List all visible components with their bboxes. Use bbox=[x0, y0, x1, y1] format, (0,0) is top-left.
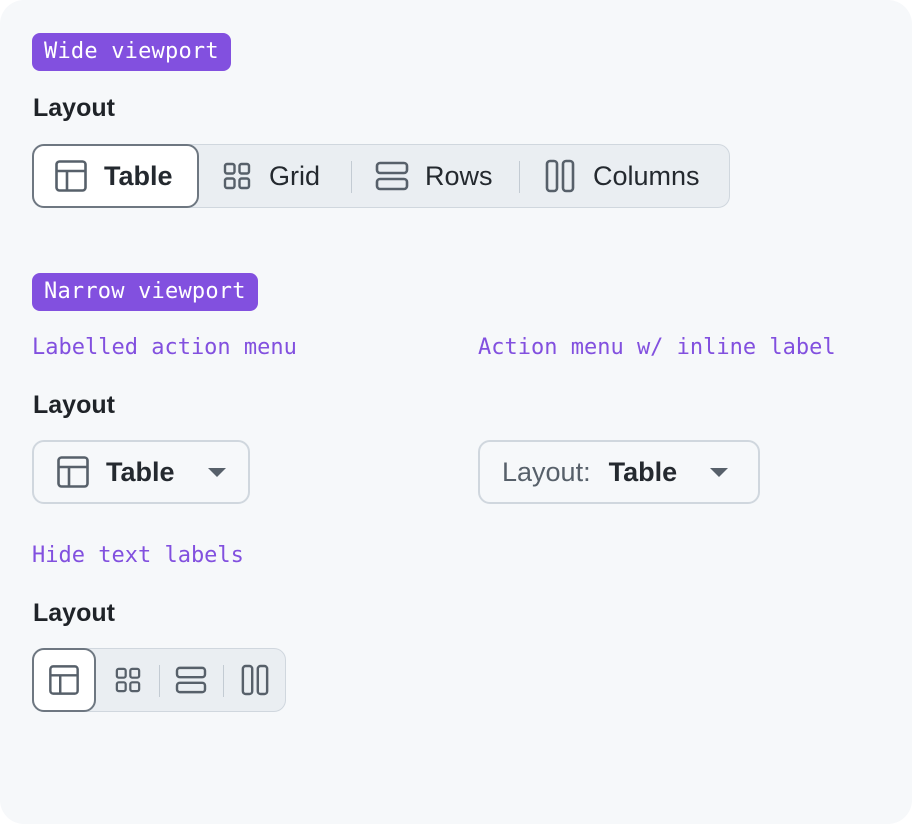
icon-segment-grid[interactable] bbox=[97, 648, 159, 712]
hide-text-labels-caption: Hide text labels bbox=[32, 543, 244, 568]
segment-columns-label: Columns bbox=[593, 160, 700, 191]
layout-inline-action-menu-button[interactable]: Layout: Table bbox=[478, 440, 760, 504]
layout-field-label: Layout bbox=[33, 599, 115, 627]
layout-segmented-control: Table Grid Rows Columns bbox=[32, 144, 730, 208]
canvas: Wide viewport Layout Table Grid Rows Col… bbox=[0, 0, 912, 824]
layout-icon-segmented-control bbox=[32, 648, 286, 712]
table-icon bbox=[57, 456, 89, 488]
rows-icon bbox=[175, 666, 207, 694]
wide-viewport-badge: Wide viewport bbox=[32, 33, 231, 71]
icon-segment-rows[interactable] bbox=[160, 648, 222, 712]
triangle-down-icon bbox=[710, 467, 729, 477]
inline-label-prefix: Layout: bbox=[502, 456, 591, 487]
segment-rows-label: Rows bbox=[425, 160, 493, 191]
table-icon bbox=[49, 665, 79, 695]
icon-segment-table[interactable] bbox=[32, 648, 96, 712]
segment-rows[interactable]: Rows bbox=[375, 144, 535, 208]
columns-icon bbox=[545, 159, 575, 193]
rows-icon bbox=[375, 161, 409, 191]
narrow-viewport-badge: Narrow viewport bbox=[32, 273, 258, 311]
selected-layout-value: Table bbox=[106, 456, 175, 487]
segment-divider bbox=[519, 161, 520, 193]
segment-grid-label: Grid bbox=[269, 160, 321, 191]
grid-icon bbox=[115, 667, 141, 693]
table-icon bbox=[55, 160, 87, 192]
icon-segment-columns[interactable] bbox=[224, 648, 286, 712]
grid-icon bbox=[223, 162, 251, 190]
inline-label-menu-caption: Action menu w/ inline label bbox=[478, 335, 836, 360]
labelled-action-menu-caption: Labelled action menu bbox=[32, 335, 297, 360]
layout-field-label: Layout bbox=[33, 391, 115, 419]
segment-table-label: Table bbox=[104, 160, 173, 191]
segment-columns[interactable]: Columns bbox=[545, 144, 730, 208]
layout-action-menu-button[interactable]: Table bbox=[32, 440, 250, 504]
inline-selected-value: Table bbox=[608, 456, 678, 487]
triangle-down-icon bbox=[207, 467, 226, 477]
layout-field-label: Layout bbox=[33, 94, 115, 122]
columns-icon bbox=[241, 664, 269, 696]
segment-divider bbox=[351, 161, 352, 193]
segment-table[interactable]: Table bbox=[32, 144, 199, 208]
